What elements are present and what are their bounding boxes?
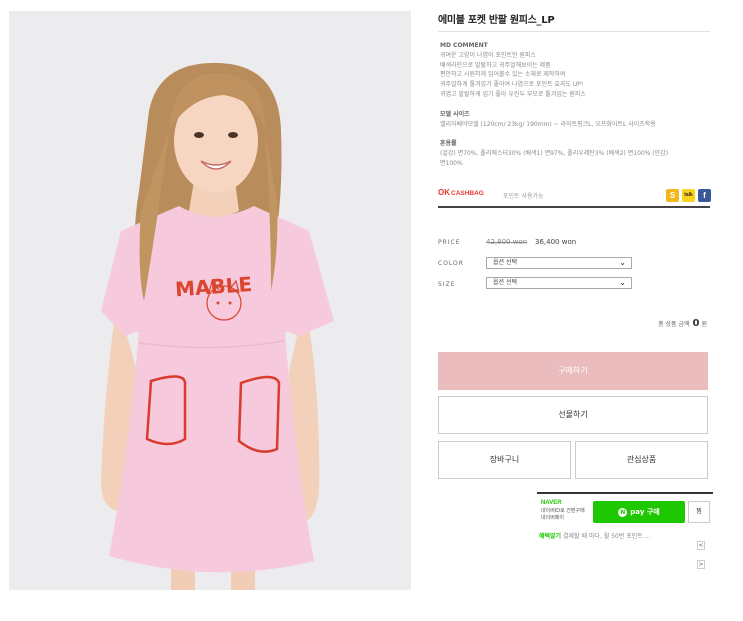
naver-pay-event-text: 결제할 때 마다, 월 50번 포인트 …	[563, 533, 651, 540]
price-sale: 36,400 won	[535, 238, 577, 246]
md-comment: MD COMMENT 귀여운 고양이 나염이 포인트인 원피스 배색라인으로 발…	[440, 41, 586, 100]
wishlist-button[interactable]: 관심상품	[575, 441, 708, 479]
color-select-value: 옵션 선택	[493, 259, 517, 266]
price-original: 42,800 won	[486, 238, 528, 246]
pocket-right	[237, 375, 281, 453]
naver-n-icon: N	[618, 508, 628, 517]
total-price-value: 0	[692, 318, 700, 329]
material: 혼용률 (겉감) 면70%, 폴리에스터30% (배색1) 면97%, 폴리우레…	[440, 139, 668, 168]
kakaotalk-share-icon[interactable]: talk	[682, 189, 695, 202]
naver-pay-buy-label: pay 구매	[630, 508, 660, 516]
chevron-down-icon: ⌄	[619, 278, 626, 287]
size-label: SIZE	[438, 281, 456, 288]
naver-pay-subtitle: 네이버ID로 간편구매 네이버페이	[541, 508, 585, 522]
total-price-label: 총 상품 금액	[658, 321, 690, 328]
naver-pay-event-label[interactable]: 혜택알기	[539, 533, 561, 540]
okcashbag-text: 포인트 사용가능	[503, 193, 544, 200]
naver-pay-sub-line: 네이버페이	[541, 515, 565, 521]
md-line: 귀여운 고양이 나염이 포인트인 원피스	[440, 51, 536, 59]
material-line: 면100%	[440, 159, 463, 167]
product-image: MABLE	[9, 11, 411, 590]
md-comment-heading: MD COMMENT	[440, 42, 488, 49]
okcashbag-logo: OKCASHBAG	[438, 188, 484, 197]
color-select[interactable]: 옵션 선택 ⌄	[486, 257, 632, 269]
product-photo-illustration: MABLE	[9, 11, 411, 590]
pocket-left	[145, 375, 187, 446]
divider	[438, 206, 710, 208]
okcashbag-logo-ok: OK	[438, 188, 450, 197]
md-line: 배색라인으로 발랄하고 귀주얼해보이는 제품	[440, 61, 551, 69]
md-line: 귀주얼하게 툴겨입기 좋아여 나염으로 포인트 효과도 UP!	[440, 81, 584, 89]
naver-pay-event-nav: <>	[696, 532, 713, 570]
okcashbag-row: OKCASHBAG 포인트 사용가능 S talk f	[438, 183, 713, 207]
price-label: PRICE	[438, 239, 461, 246]
chevron-down-icon: ⌄	[619, 258, 626, 267]
divider	[438, 31, 710, 32]
model-size: 모델 사이즈 앨리자베야모델 (120cm/ 23kg/ 190mm) ~ 라이…	[440, 110, 656, 130]
chevron-left-icon[interactable]: <	[697, 541, 705, 550]
naver-pay-box: NAVER 네이버ID로 간편구매 네이버페이 Npay 구매 찜	[537, 492, 713, 524]
material-line: (겉감) 면70%, 폴리에스터30% (배색1) 면97%, 폴리우레탄3% …	[440, 149, 669, 157]
md-line: 편안하고 시원하게 입어볼수 있는 소재로 제작하여	[440, 71, 566, 79]
naver-pay-buy-button[interactable]: Npay 구매	[593, 501, 685, 523]
model-size-text: 앨리자베야모델 (120cm/ 23kg/ 190mm) ~ 라이트핑크L, 오…	[440, 120, 656, 128]
naver-pay-sub-line: 네이버ID로 간편구매	[541, 508, 585, 514]
naver-pay-wish-button[interactable]: 찜	[688, 501, 710, 523]
okcashbag-logo-cashbag: CASHBAG	[451, 190, 484, 197]
total-price-unit: 원	[701, 321, 707, 328]
naver-pay-event: 혜택알기 결제할 때 마다, 월 50번 포인트 …	[539, 531, 651, 540]
product-title: 에미블 포켓 반팔 원피스_LP	[438, 15, 555, 26]
md-line: 귀엽고 발랄하게 입기 좋아 우린두 부모로 툴겨입는 원피스	[440, 90, 586, 98]
total-price: 총 상품 금액 0 원	[658, 318, 707, 329]
color-label: COLOR	[438, 260, 464, 267]
model-size-heading: 모델 사이즈	[440, 111, 470, 118]
naver-logo: NAVER	[541, 500, 562, 506]
size-select[interactable]: 옵션 선택 ⌄	[486, 277, 632, 289]
facebook-share-icon[interactable]: f	[698, 189, 711, 202]
cart-button[interactable]: 장바구니	[438, 441, 571, 479]
chevron-right-icon[interactable]: >	[697, 560, 705, 569]
material-heading: 혼용률	[440, 140, 457, 147]
size-select-value: 옵션 선택	[493, 279, 517, 286]
kakaostory-share-icon[interactable]: S	[666, 189, 679, 202]
gift-button[interactable]: 선물하기	[438, 396, 708, 434]
buy-button[interactable]: 구매하기	[438, 352, 708, 390]
